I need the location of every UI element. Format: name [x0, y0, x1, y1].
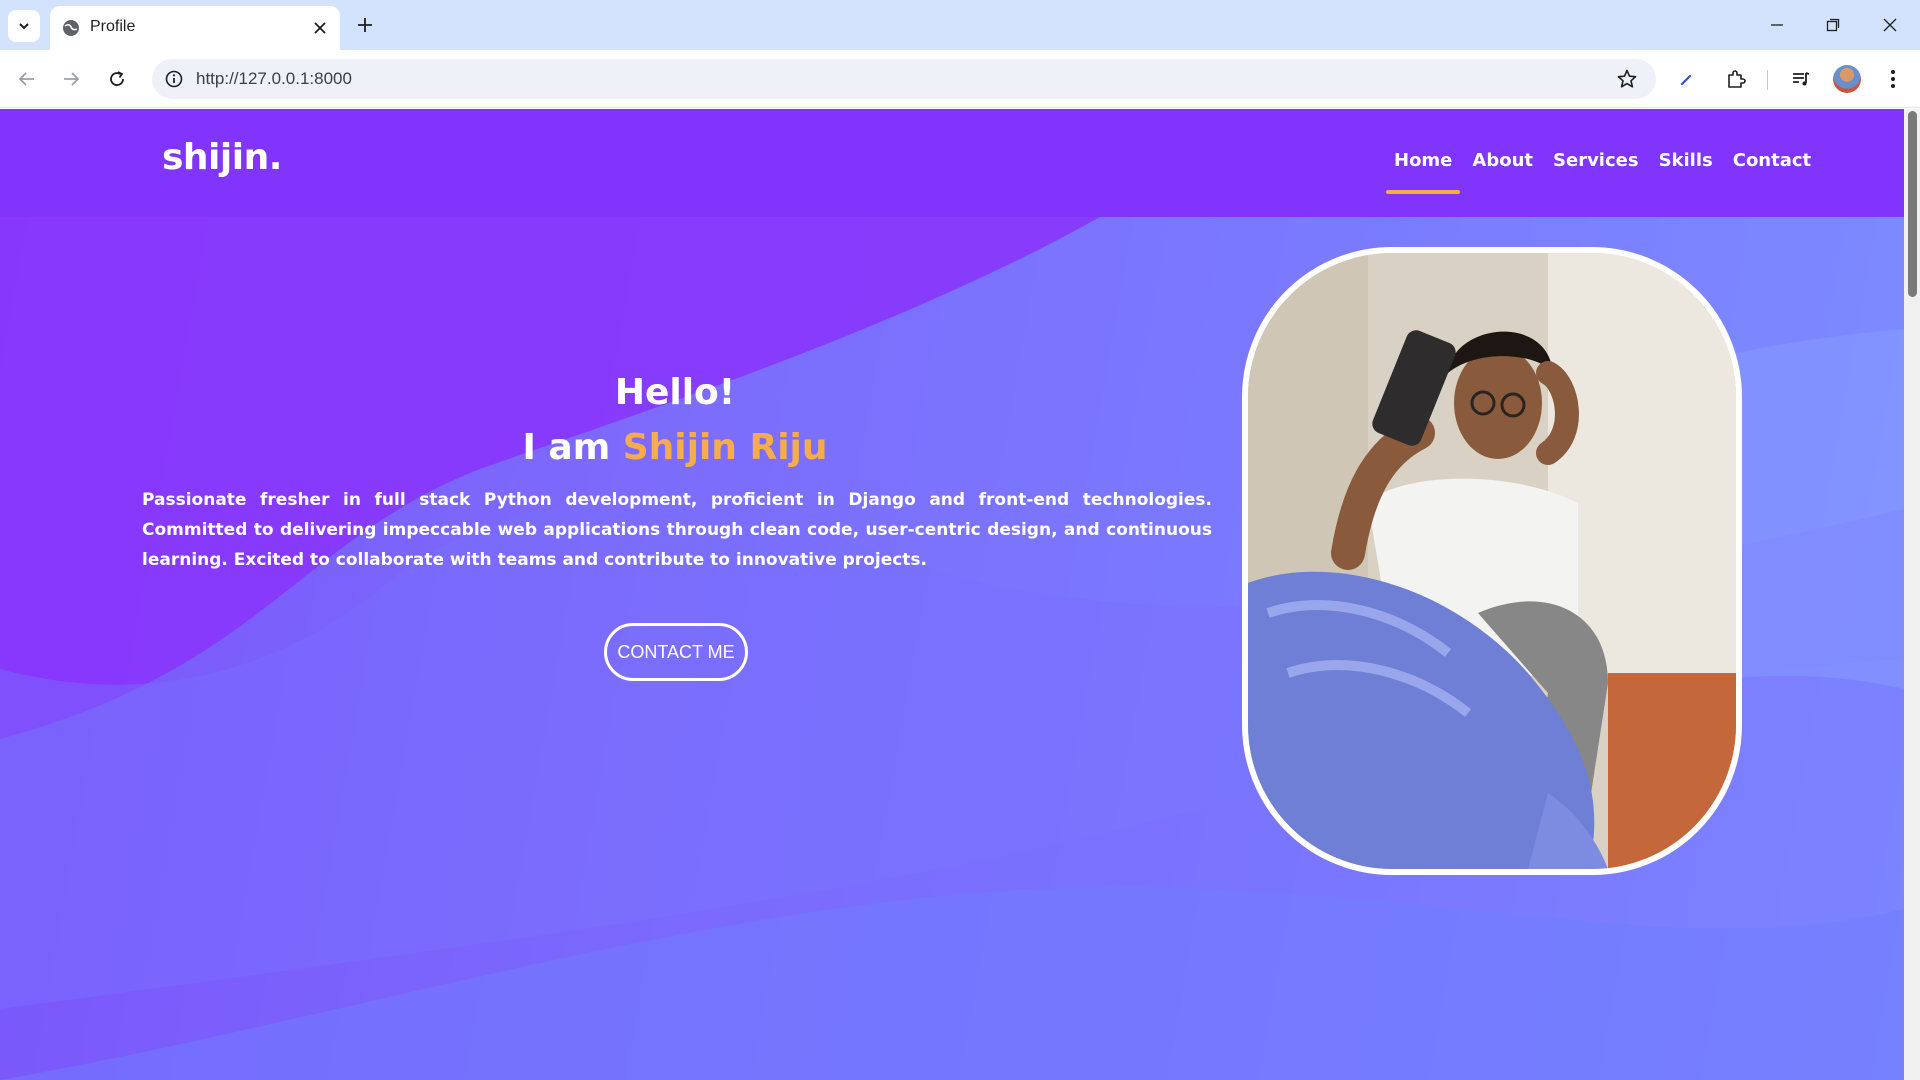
hero-greeting: Hello! — [614, 372, 736, 413]
close-icon — [314, 22, 326, 34]
browser-toolbar: http://127.0.0.1:8000 — [0, 50, 1920, 108]
site-info-button[interactable] — [162, 67, 186, 91]
nav-link-home[interactable]: Home — [1384, 150, 1462, 194]
active-tab[interactable]: Profile — [50, 6, 340, 50]
hero-name: Shijin Riju — [622, 427, 828, 468]
nav-link-skills[interactable]: Skills — [1649, 150, 1723, 190]
site-logo[interactable]: shijin. — [162, 137, 282, 178]
profile-photo-illustration — [1248, 253, 1736, 869]
kebab-menu-icon — [1891, 70, 1895, 88]
scrollbar-thumb[interactable] — [1908, 111, 1917, 297]
puzzle-icon — [1728, 70, 1746, 88]
site-navbar: shijin. Home About Services Skills Conta… — [0, 109, 1904, 217]
plus-icon — [358, 18, 372, 32]
nav-link-about[interactable]: About — [1462, 150, 1543, 190]
media-queue-icon — [1793, 72, 1810, 86]
url-text[interactable]: http://127.0.0.1:8000 — [196, 69, 352, 89]
pen-extension-button[interactable] — [1672, 64, 1702, 94]
restore-icon — [1826, 18, 1840, 32]
arrow-right-icon — [64, 72, 80, 86]
pen-icon — [1680, 74, 1692, 86]
hero-intro: I am Shijin Riju — [0, 427, 1350, 468]
tab-close-button[interactable] — [310, 18, 330, 38]
arrow-left-icon — [18, 72, 34, 86]
nav-links: Home About Services Skills Contact — [1384, 150, 1821, 194]
hero-bio: Passionate fresher in full stack Python … — [142, 490, 1212, 570]
intro-prefix: I am — [522, 427, 623, 468]
reload-icon — [110, 71, 124, 86]
new-tab-button[interactable] — [352, 12, 378, 38]
minimize-icon — [1771, 24, 1783, 26]
close-window-button[interactable] — [1877, 12, 1903, 38]
close-icon — [1883, 18, 1897, 32]
browser-tab-strip: Profile — [0, 0, 1920, 50]
tab-title: Profile — [90, 18, 136, 35]
profile-avatar[interactable] — [1833, 65, 1861, 93]
star-icon — [1617, 69, 1637, 88]
address-bar[interactable]: http://127.0.0.1:8000 — [152, 59, 1656, 99]
minimize-button[interactable] — [1764, 12, 1790, 38]
profile-photo — [1242, 247, 1742, 875]
contact-me-button[interactable]: CONTACT ME — [604, 623, 748, 681]
reload-button[interactable] — [102, 64, 132, 94]
media-controls-button[interactable] — [1786, 64, 1816, 94]
globe-icon — [63, 20, 79, 36]
browser-menu-button[interactable] — [1878, 64, 1908, 94]
forward-button[interactable] — [56, 64, 86, 94]
extensions-button[interactable] — [1721, 64, 1751, 94]
toolbar-divider — [1767, 70, 1768, 90]
tab-list-button[interactable] — [8, 10, 40, 42]
info-icon — [165, 70, 183, 88]
hero-section: shijin. Home About Services Skills Conta… — [0, 109, 1904, 1080]
nav-link-contact[interactable]: Contact — [1723, 150, 1821, 190]
bookmark-button[interactable] — [1614, 66, 1640, 92]
chevron-down-icon — [19, 23, 29, 30]
page-viewport: shijin. Home About Services Skills Conta… — [0, 109, 1904, 1080]
back-button[interactable] — [12, 64, 42, 94]
nav-link-services[interactable]: Services — [1543, 150, 1649, 190]
page-scrollbar[interactable] — [1904, 109, 1920, 1080]
restore-button[interactable] — [1820, 12, 1846, 38]
